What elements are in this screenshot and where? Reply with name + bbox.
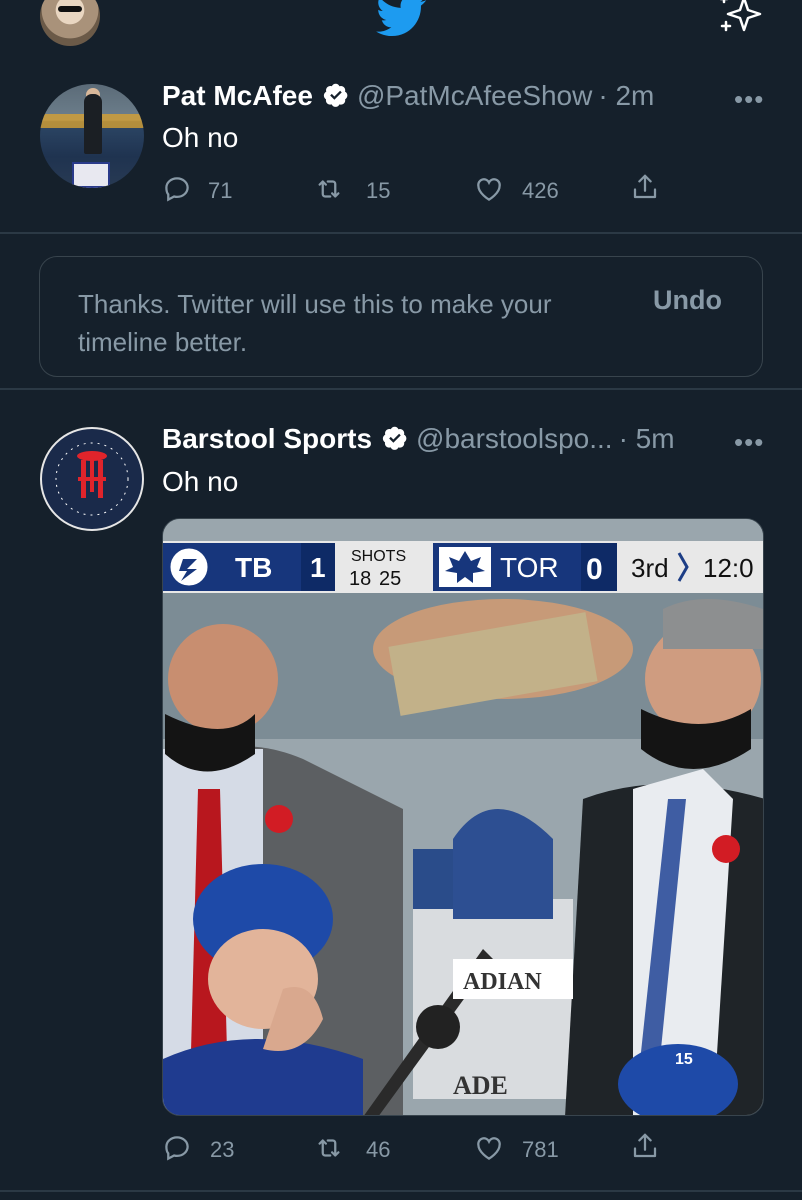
shots-away: 18 <box>349 568 371 590</box>
sparkle-icon[interactable] <box>714 0 764 36</box>
score-home: 0 <box>586 553 603 586</box>
score-away: 1 <box>310 552 326 583</box>
tweet-time[interactable]: · 2m <box>598 80 654 111</box>
score-team-home: TOR <box>500 552 559 583</box>
avatar-person <box>84 94 102 154</box>
notice-text: Thanks. Twitter will use this to make yo… <box>78 289 552 357</box>
like-button[interactable] <box>474 174 504 209</box>
retweet-button[interactable] <box>314 174 344 209</box>
like-count: 426 <box>522 178 559 203</box>
header-profile-avatar[interactable] <box>40 0 100 46</box>
game-clock: 12:0 <box>703 553 754 583</box>
like-count: 781 <box>522 1137 559 1162</box>
share-button[interactable] <box>630 1131 660 1166</box>
retweet-count: 46 <box>366 1137 391 1162</box>
verified-badge-icon <box>323 83 348 107</box>
verified-badge-icon <box>382 426 407 450</box>
reply-count: 71 <box>208 178 233 203</box>
retweet-icon <box>318 180 340 198</box>
share-icon <box>633 1133 657 1158</box>
avatar-sign <box>72 162 110 188</box>
retweet-count: 15 <box>366 178 391 203</box>
author-handle[interactable]: @PatMcAfeeShow <box>357 80 592 111</box>
tweet-time[interactable]: · 5m <box>619 423 675 454</box>
tweet-more-button[interactable]: ••• <box>734 427 764 458</box>
reply-button[interactable] <box>162 174 192 209</box>
tweet-actions: 23 46 781 <box>162 1131 702 1167</box>
barstool-sports-avatar[interactable] <box>40 427 144 531</box>
reply-count: 23 <box>210 1137 235 1162</box>
twitter-bird-icon[interactable] <box>374 0 430 40</box>
score-team-away: TB <box>235 552 272 583</box>
shots-home: 25 <box>379 568 401 590</box>
retweet-button[interactable] <box>314 1133 344 1168</box>
share-button[interactable] <box>630 172 660 207</box>
author-handle[interactable]: @barstoolspo... <box>416 423 613 454</box>
reply-button[interactable] <box>162 1133 192 1168</box>
heart-icon <box>477 178 501 201</box>
divider <box>0 232 802 234</box>
retweet-icon <box>318 1139 340 1157</box>
author-name[interactable]: Pat McAfee <box>162 80 313 111</box>
tweet-actions: 71 15 426 <box>162 172 702 208</box>
barstool-logo <box>55 442 129 516</box>
heart-icon <box>477 1137 501 1160</box>
board-text: ADE <box>453 1071 508 1100</box>
tweet-text: Oh no <box>162 466 239 497</box>
shots-label: SHOTS <box>351 548 406 565</box>
tweet-media-image[interactable]: TB 1 SHOTS 18 25 TOR 0 3rd 12:0 ADIAN AD… <box>162 518 764 1116</box>
tweet-more-button[interactable]: ••• <box>734 84 764 115</box>
period: 3rd <box>631 553 669 583</box>
share-icon <box>633 174 657 199</box>
feedback-notice: Thanks. Twitter will use this to make yo… <box>39 256 763 377</box>
reply-icon <box>165 1136 189 1161</box>
pat-mcafee-avatar[interactable] <box>40 84 144 188</box>
reply-icon <box>165 177 189 202</box>
hockey-bench-photo: TB 1 SHOTS 18 25 TOR 0 3rd 12:0 ADIAN AD… <box>163 519 763 1115</box>
divider <box>0 388 802 390</box>
divider <box>0 1190 802 1192</box>
tweet-header: Barstool Sports @barstoolspo... · 5m <box>162 423 675 455</box>
author-name[interactable]: Barstool Sports <box>162 423 372 454</box>
like-button[interactable] <box>474 1133 504 1168</box>
tweet-header: Pat McAfee @PatMcAfeeShow · 2m <box>162 80 654 112</box>
board-text: ADIAN <box>463 969 542 995</box>
tweet-text: Oh no <box>162 122 239 153</box>
avatar-glasses <box>58 6 82 12</box>
undo-button[interactable]: Undo <box>653 285 722 316</box>
jersey-number: 15 <box>675 1051 693 1068</box>
